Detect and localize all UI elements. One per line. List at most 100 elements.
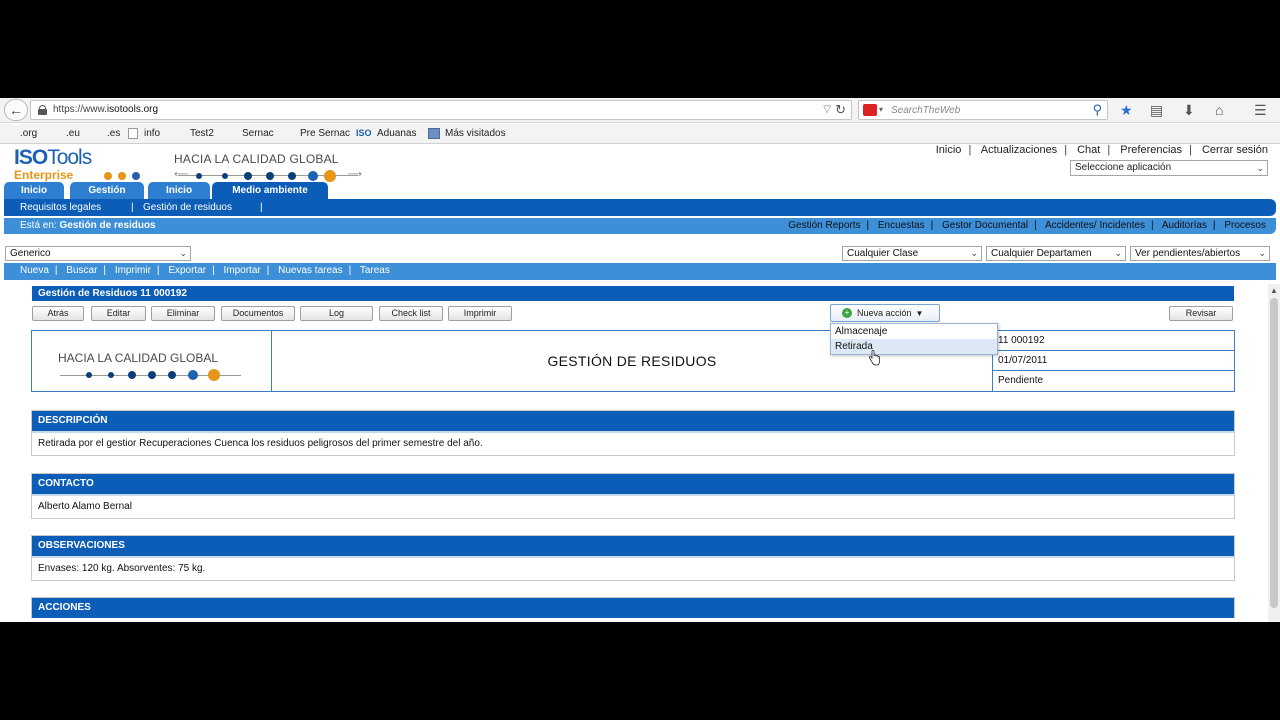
atras-button[interactable]: Atrás bbox=[32, 306, 84, 321]
documentos-button[interactable]: Documentos bbox=[221, 306, 295, 321]
tab-gestion[interactable]: Gestión bbox=[70, 182, 144, 199]
module-nav: Gestión Reports | Encuestas | Gestor Docum… bbox=[788, 220, 1266, 231]
isotools-logo[interactable]: ISOTools Enterprise bbox=[14, 146, 140, 182]
section-acciones: ACCIONES bbox=[31, 597, 1235, 618]
clase-select[interactable]: Cualquier Clase ⌄ bbox=[842, 246, 982, 261]
subnav-gestion-residuos[interactable]: Gestión de residuos bbox=[143, 202, 232, 213]
breadcrumb-current[interactable]: Gestión de residuos bbox=[59, 220, 155, 231]
section-observaciones-body: Envases: 120 kg. Absorventes: 75 kg. bbox=[32, 556, 1234, 580]
action-nueva[interactable]: Nueva bbox=[20, 265, 49, 276]
module-gestion-reports[interactable]: Gestión Reports bbox=[788, 220, 860, 231]
sub-navigation: Requisitos legales | Gestión de residuos… bbox=[4, 199, 1276, 216]
chevron-down-icon[interactable]: ▾ bbox=[879, 105, 883, 114]
top-link-cerrar-sesion[interactable]: Cerrar sesión bbox=[1202, 144, 1268, 156]
lock-icon bbox=[38, 105, 47, 115]
nueva-accion-button[interactable]: + Nueva acción ▼ bbox=[830, 304, 940, 322]
section-descripcion-title: DESCRIPCIÓN bbox=[32, 411, 1234, 431]
logo-tools-text: Tools bbox=[47, 146, 92, 169]
action-exportar[interactable]: Exportar bbox=[168, 265, 206, 276]
bookmark-org[interactable]: .org bbox=[20, 128, 37, 139]
chevron-down-icon: ⌄ bbox=[1256, 163, 1264, 173]
subnav-requisitos-legales[interactable]: Requisitos legales bbox=[20, 202, 101, 213]
menu-icon[interactable]: ☰ bbox=[1254, 101, 1267, 119]
checklist-button[interactable]: Check list bbox=[379, 306, 443, 321]
search-engine-icon[interactable] bbox=[863, 104, 877, 116]
bookmark-pre-sernac[interactable]: Pre Sernac bbox=[300, 128, 350, 139]
clase-select-value: Cualquier Clase bbox=[847, 248, 919, 259]
bookmark-star-icon[interactable]: ★ bbox=[1120, 101, 1133, 119]
section-contacto: CONTACTO Alberto Alamo Bernal bbox=[31, 473, 1235, 519]
action-imprimir[interactable]: Imprimir bbox=[115, 265, 151, 276]
document-meta: 11 000192 01/07/2011 Pendiente bbox=[992, 331, 1235, 391]
section-contacto-body: Alberto Alamo Bernal bbox=[32, 494, 1234, 518]
bookmark-aduanas[interactable]: Aduanas bbox=[377, 128, 416, 139]
top-link-preferencias[interactable]: Preferencias bbox=[1120, 144, 1182, 156]
section-observaciones: OBSERVACIONES Envases: 120 kg. Absorvent… bbox=[31, 535, 1235, 581]
departamento-select[interactable]: Cualquier Departamen ⌄ bbox=[986, 246, 1126, 261]
bookmark-eu[interactable]: .eu bbox=[66, 128, 80, 139]
bookmark-info[interactable]: info bbox=[144, 128, 160, 139]
nueva-accion-label: Nueva acción bbox=[857, 308, 912, 318]
document-logo-title: HACIA LA CALIDAD GLOBAL bbox=[58, 351, 219, 365]
subnav-separator: | bbox=[260, 202, 263, 213]
scroll-up-icon[interactable]: ▲ bbox=[1268, 286, 1280, 295]
home-icon[interactable]: ⌂ bbox=[1215, 101, 1223, 119]
imprimir-button[interactable]: Imprimir bbox=[448, 306, 512, 321]
logo-enterprise-text: Enterprise bbox=[14, 168, 74, 182]
bookmarks-bar: .org .eu .es info Test2 Sernac Pre Serna… bbox=[0, 124, 1280, 144]
download-icon[interactable]: ⬇ bbox=[1183, 101, 1195, 119]
action-tareas[interactable]: Tareas bbox=[360, 265, 390, 276]
search-box[interactable]: ▾ SearchTheWeb ⚲ bbox=[858, 100, 1108, 120]
menu-item-retirada[interactable]: Retirada bbox=[831, 339, 997, 354]
reload-icon[interactable]: ↻ bbox=[835, 102, 846, 118]
top-links: Inicio | Actualizaciones | Chat | Preferenc… bbox=[935, 144, 1268, 156]
editar-button[interactable]: Editar bbox=[91, 306, 146, 321]
bookmark-iso[interactable]: ISO bbox=[356, 128, 372, 138]
scrollbar-thumb[interactable] bbox=[1270, 298, 1278, 608]
url-text: https://www.isotools.org bbox=[53, 104, 159, 115]
module-gestor-documental[interactable]: Gestor Documental bbox=[942, 220, 1028, 231]
app-select[interactable]: Seleccione aplicación ⌄ bbox=[1070, 160, 1268, 176]
action-buscar[interactable]: Buscar bbox=[66, 265, 97, 276]
bookmark-mas-visitados[interactable]: Más visitados bbox=[445, 128, 506, 139]
bookmark-test2[interactable]: Test2 bbox=[190, 128, 214, 139]
module-auditorias[interactable]: Auditorías bbox=[1162, 220, 1207, 231]
generic-select-value: Generico bbox=[10, 248, 51, 259]
record-code: 11 000192 bbox=[993, 331, 1235, 351]
search-placeholder: SearchTheWeb bbox=[891, 105, 961, 116]
log-button[interactable]: Log bbox=[300, 306, 373, 321]
estado-select[interactable]: Ver pendientes/abiertos ⌄ bbox=[1130, 246, 1270, 261]
module-encuestas[interactable]: Encuestas bbox=[878, 220, 925, 231]
action-nuevas-tareas[interactable]: Nuevas tareas bbox=[278, 265, 342, 276]
bookmark-sernac[interactable]: Sernac bbox=[242, 128, 274, 139]
search-icon[interactable]: ⚲ bbox=[1092, 102, 1102, 118]
menu-item-almacenaje[interactable]: Almacenaje bbox=[831, 324, 997, 339]
generic-select[interactable]: Generico ⌄ bbox=[5, 246, 191, 261]
caret-down-icon: ▼ bbox=[915, 309, 924, 318]
reading-list-icon[interactable]: ▤ bbox=[1150, 101, 1163, 119]
top-link-chat[interactable]: Chat bbox=[1077, 144, 1100, 156]
module-procesos[interactable]: Procesos bbox=[1224, 220, 1266, 231]
page-icon bbox=[128, 128, 138, 139]
logo-iso-text: ISO bbox=[14, 146, 48, 169]
tab-inicio[interactable]: Inicio bbox=[4, 182, 64, 199]
bookmark-es[interactable]: .es bbox=[107, 128, 120, 139]
top-link-inicio[interactable]: Inicio bbox=[936, 144, 962, 156]
top-link-actualizaciones[interactable]: Actualizaciones bbox=[981, 144, 1057, 156]
eliminar-button[interactable]: Eliminar bbox=[151, 306, 215, 321]
logo-dots bbox=[90, 172, 150, 182]
tab-inicio-2[interactable]: Inicio bbox=[148, 182, 210, 199]
revisar-button[interactable]: Revisar bbox=[1169, 306, 1233, 321]
section-descripcion-body: Retirada por el gestior Recuperaciones C… bbox=[32, 431, 1234, 455]
browser-window: ← https://www.isotools.org ▽ ↻ ▾ SearchT… bbox=[0, 98, 1280, 622]
module-accidentes[interactable]: Accidentes/ Incidentes bbox=[1045, 220, 1145, 231]
action-importar[interactable]: Importar bbox=[224, 265, 261, 276]
chevron-down-icon[interactable]: ▽ bbox=[823, 104, 831, 115]
chevron-down-icon: ⌄ bbox=[179, 248, 187, 258]
tab-medio-ambiente[interactable]: Medio ambiente bbox=[212, 182, 328, 199]
back-arrow-icon[interactable]: ← bbox=[4, 99, 28, 121]
address-bar[interactable]: https://www.isotools.org ▽ ↻ bbox=[30, 100, 852, 120]
scrollbar[interactable]: ▲ bbox=[1268, 284, 1280, 622]
departamento-select-value: Cualquier Departamen bbox=[991, 248, 1092, 259]
chevron-down-icon: ⌄ bbox=[1258, 248, 1266, 258]
